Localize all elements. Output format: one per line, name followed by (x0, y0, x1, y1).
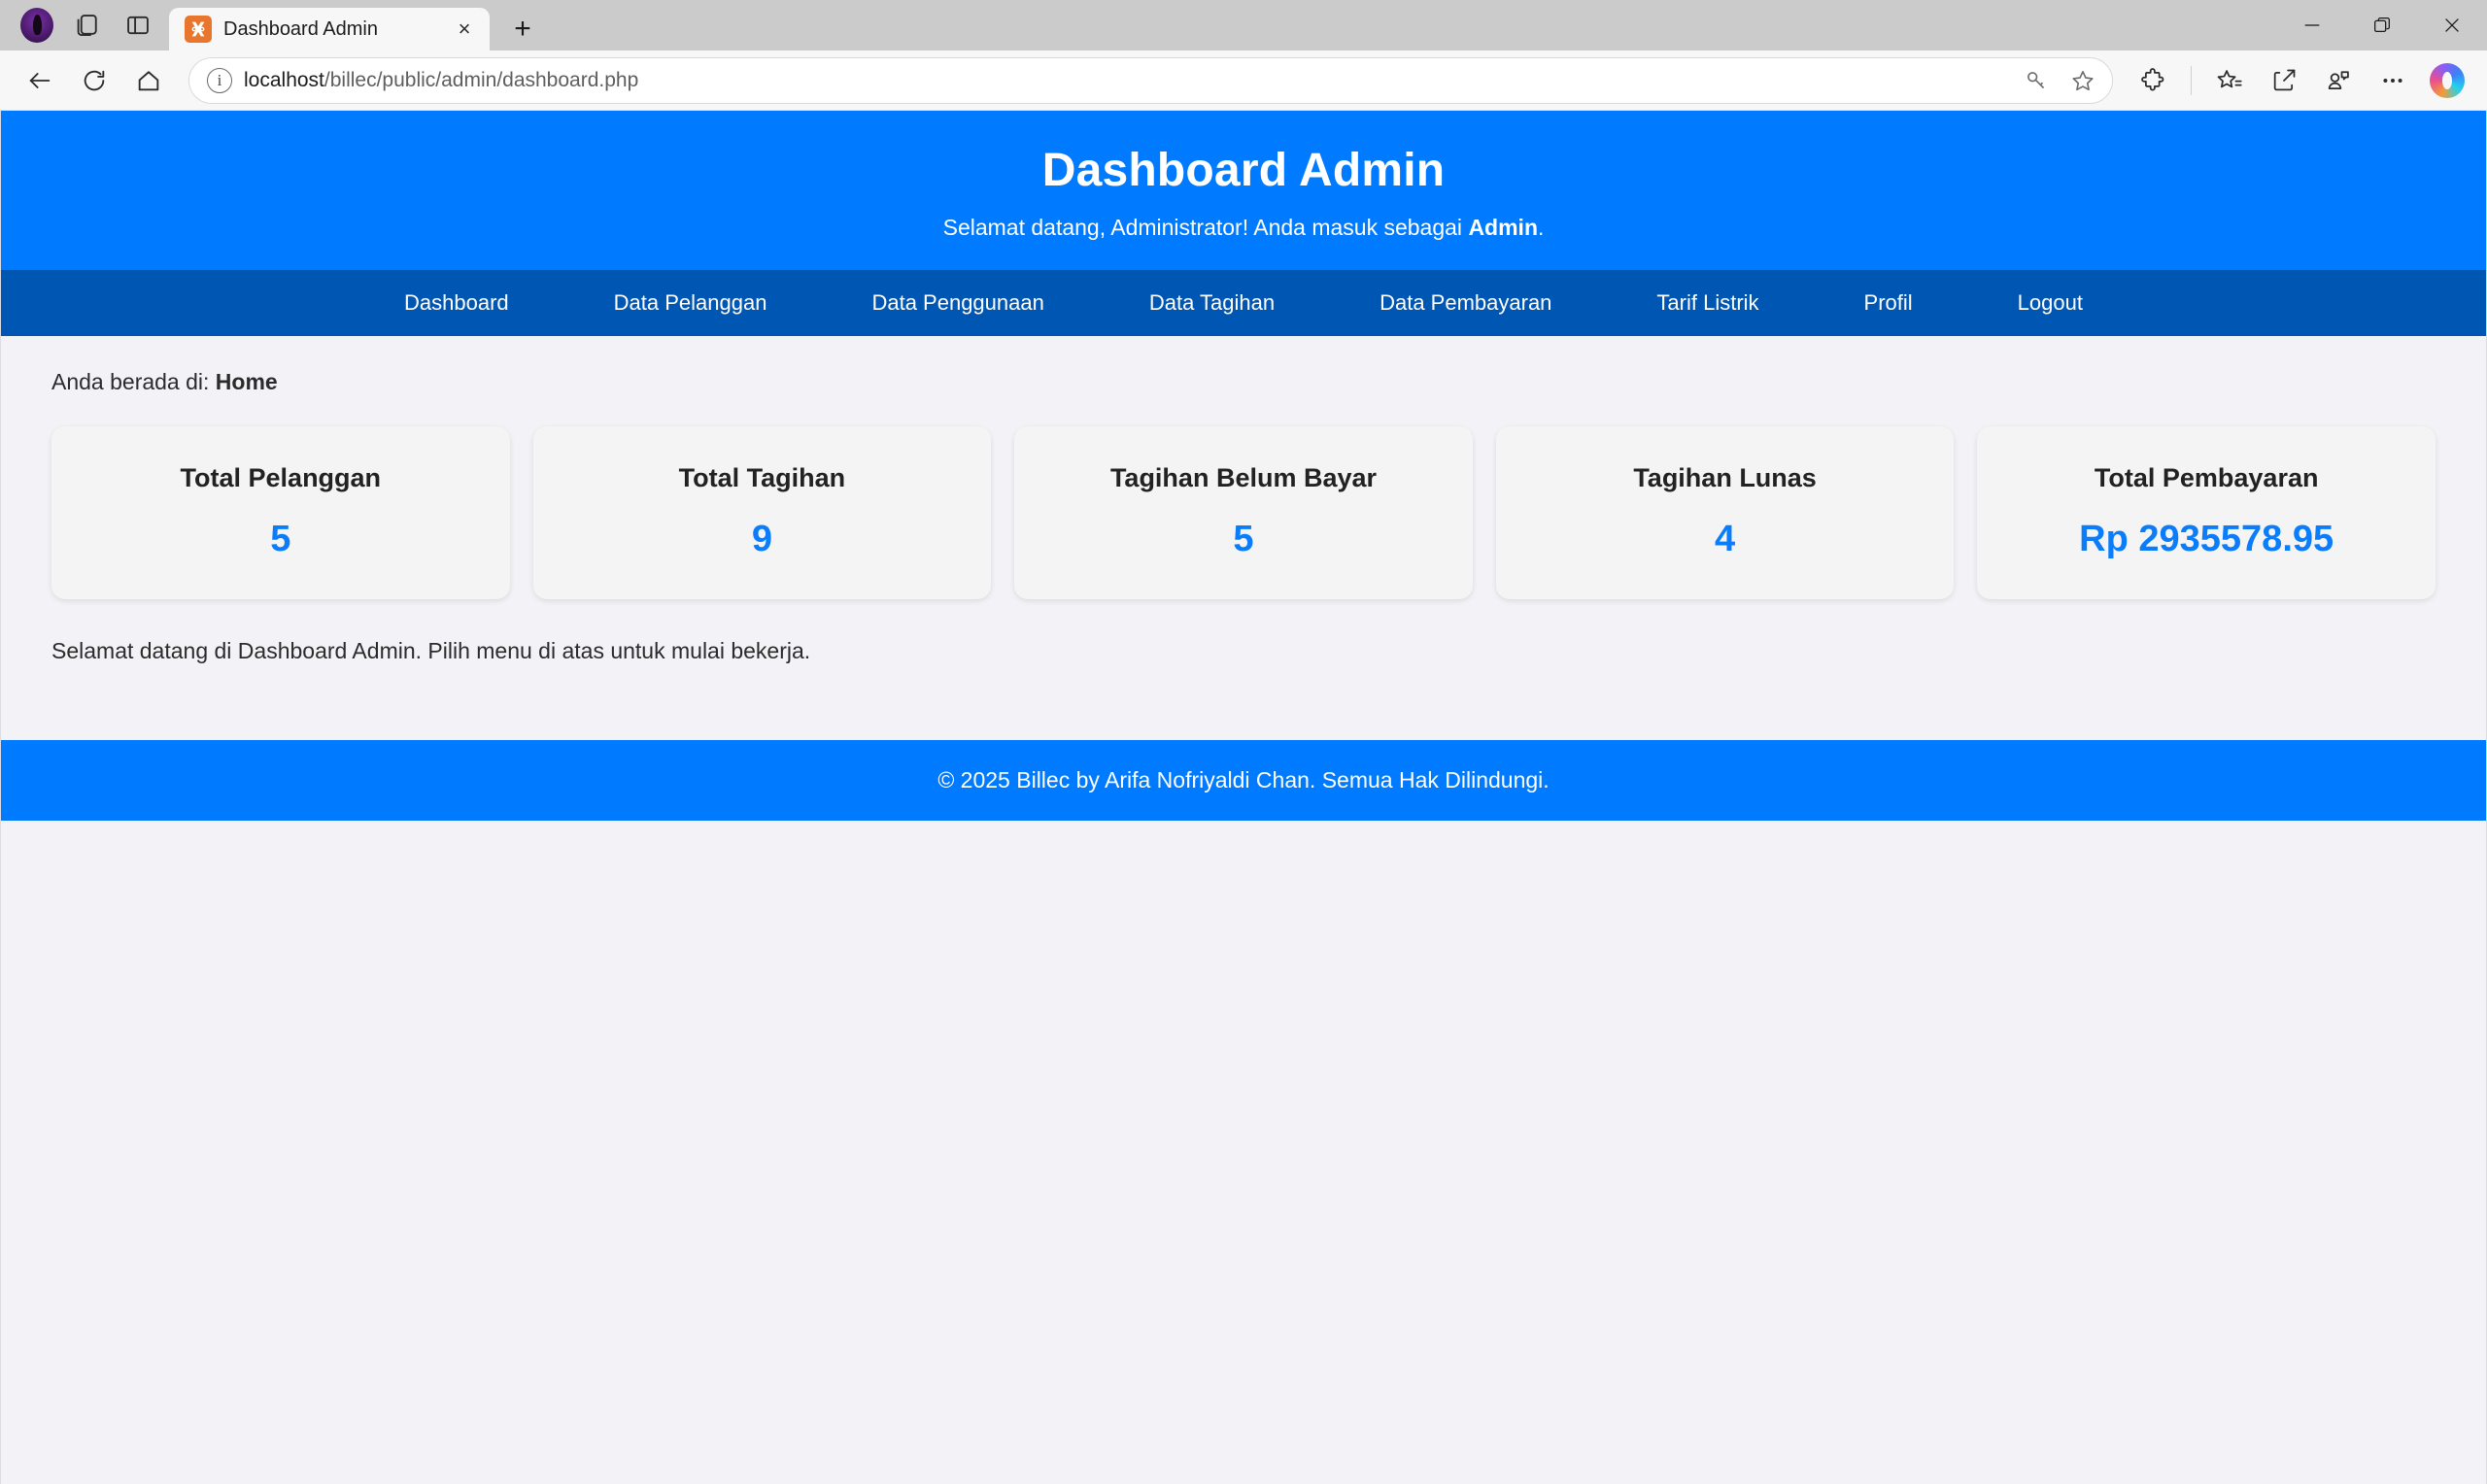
stat-card-total-pelanggan: Total Pelanggan 5 (51, 426, 510, 599)
close-icon[interactable] (2417, 0, 2487, 51)
stat-card-value: 5 (270, 519, 291, 559)
stat-card-tagihan-belum-bayar: Tagihan Belum Bayar 5 (1014, 426, 1473, 599)
new-tab-button[interactable]: + (501, 8, 544, 51)
nav-item-data-penggunaan[interactable]: Data Penggunaan (846, 270, 1069, 336)
browser-window: Dashboard Admin × + i localhost/billec/p… (0, 0, 2487, 1484)
greeting-role: Admin (1468, 215, 1538, 240)
page-title: Dashboard Admin (1041, 145, 1446, 196)
stat-card-title: Total Tagihan (678, 463, 846, 492)
home-icon[interactable] (122, 54, 175, 107)
titlebar-left-controls (0, 0, 163, 51)
stat-card-total-pembayaran: Total Pembayaran Rp 2935578.95 (1977, 426, 2436, 599)
breadcrumb: Anda berada di: Home (51, 369, 2436, 395)
greeting-prefix: Selamat datang, Administrator! Anda masu… (942, 215, 1469, 240)
back-arrow-icon[interactable] (14, 54, 66, 107)
ellipsis-icon[interactable] (2367, 54, 2419, 107)
greeting-text: Selamat datang, Administrator! Anda masu… (20, 215, 2467, 241)
minimize-icon[interactable] (2277, 0, 2347, 51)
favorites-list-icon[interactable] (2203, 54, 2256, 107)
window-controls (2277, 0, 2487, 51)
toolbar-divider (2191, 65, 2192, 95)
stat-card-total-tagihan: Total Tagihan 9 (532, 426, 992, 599)
share-icon[interactable] (2258, 54, 2310, 107)
page-viewport: Dashboard Admin Selamat datang, Administ… (0, 111, 2487, 1484)
stat-card-value: Rp 2935578.95 (2079, 519, 2334, 559)
star-outline-icon[interactable] (2061, 59, 2104, 102)
browser-essentials-icon[interactable] (2312, 54, 2365, 107)
nav-item-data-tagihan[interactable]: Data Tagihan (1124, 270, 1300, 336)
stat-card-value: 4 (1715, 519, 1736, 559)
nav-item-tarif-listrik[interactable]: Tarif Listrik (1631, 270, 1784, 336)
page-header: Dashboard Admin Selamat datang, Administ… (1, 111, 2486, 270)
browser-toolbar: i localhost/billec/public/admin/dashboar… (0, 51, 2487, 111)
greeting-suffix: . (1538, 215, 1545, 240)
tab-close-icon[interactable]: × (449, 14, 480, 45)
tab-title: Dashboard Admin (223, 17, 378, 40)
page-footer: © 2025 Billec by Arifa Nofriyaldi Chan. … (1, 740, 2486, 821)
stat-card-title: Total Pelanggan (180, 463, 382, 492)
stat-card-tagihan-lunas: Tagihan Lunas 4 (1495, 426, 1955, 599)
breadcrumb-current: Home (215, 369, 278, 394)
nav-item-logout[interactable]: Logout (1993, 270, 2108, 336)
main-navigation: Dashboard Data Pelanggan Data Penggunaan… (1, 270, 2486, 336)
nav-item-dashboard[interactable]: Dashboard (379, 270, 534, 336)
profile-avatar[interactable] (12, 0, 62, 51)
tab-search-icon[interactable] (62, 0, 113, 51)
browser-titlebar: Dashboard Admin × + (0, 0, 2487, 51)
split-pane-icon[interactable] (113, 0, 163, 51)
xampp-icon (185, 16, 212, 43)
browser-tab[interactable]: Dashboard Admin × (169, 8, 490, 51)
address-bar[interactable]: i localhost/billec/public/admin/dashboar… (188, 56, 2113, 104)
stat-card-title: Tagihan Belum Bayar (1109, 463, 1378, 492)
nav-item-data-pelanggan[interactable]: Data Pelanggan (589, 270, 793, 336)
address-bar-actions (2015, 59, 2104, 102)
stat-card-title: Tagihan Lunas (1633, 463, 1817, 492)
url-path: /billec/public/admin/dashboard.php (324, 68, 639, 91)
nav-item-profil[interactable]: Profil (1839, 270, 1938, 336)
url-text: localhost/billec/public/admin/dashboard.… (244, 69, 2003, 92)
stat-card-value: 9 (751, 519, 772, 559)
page-content: Anda berada di: Home Total Pelanggan 5 T… (1, 336, 2486, 664)
reload-icon[interactable] (68, 54, 120, 107)
stat-card-title: Total Pembayaran (2094, 463, 2319, 492)
puzzle-icon[interactable] (2127, 54, 2179, 107)
url-host: localhost (244, 68, 324, 91)
nav-item-data-pembayaran[interactable]: Data Pembayaran (1354, 270, 1577, 336)
breadcrumb-prefix: Anda berada di: (51, 369, 216, 394)
site-info-icon[interactable]: i (207, 67, 232, 93)
copilot-icon[interactable] (2421, 54, 2473, 107)
key-icon[interactable] (2015, 59, 2058, 102)
restore-icon[interactable] (2347, 0, 2417, 51)
stat-cards: Total Pelanggan 5 Total Tagihan 9 Tagiha… (51, 426, 2436, 599)
welcome-message: Selamat datang di Dashboard Admin. Pilih… (51, 638, 811, 663)
stat-card-value: 5 (1233, 519, 1254, 559)
